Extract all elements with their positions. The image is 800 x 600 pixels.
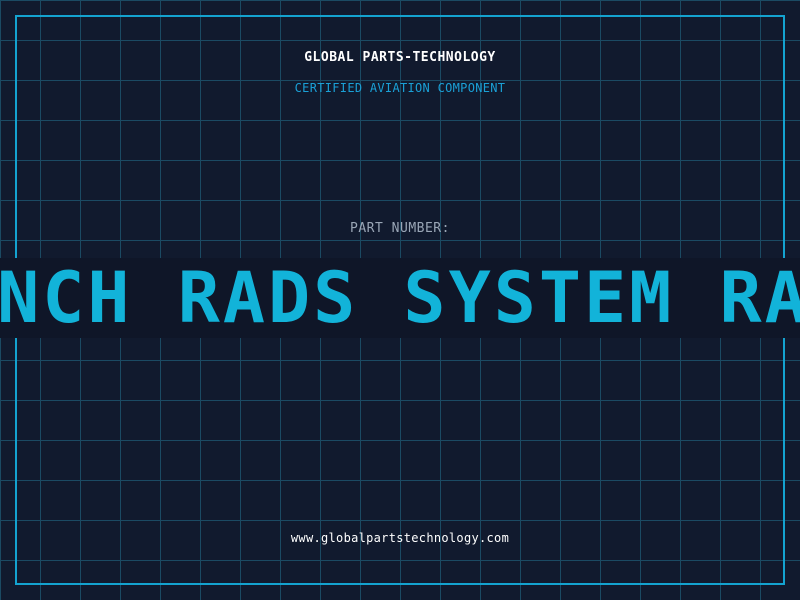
part-number-ticker-text: UNCH RADS SYSTEM RA — [0, 258, 800, 338]
company-title: GLOBAL PARTS-TECHNOLOGY — [304, 50, 496, 65]
company-tagline: CERTIFIED AVIATION COMPONENT — [294, 81, 506, 95]
website-url: www.globalpartstechnology.com — [290, 531, 510, 545]
part-number-label: PART NUMBER: — [350, 221, 450, 236]
part-number-ticker: UNCH RADS SYSTEM RA — [0, 258, 800, 338]
